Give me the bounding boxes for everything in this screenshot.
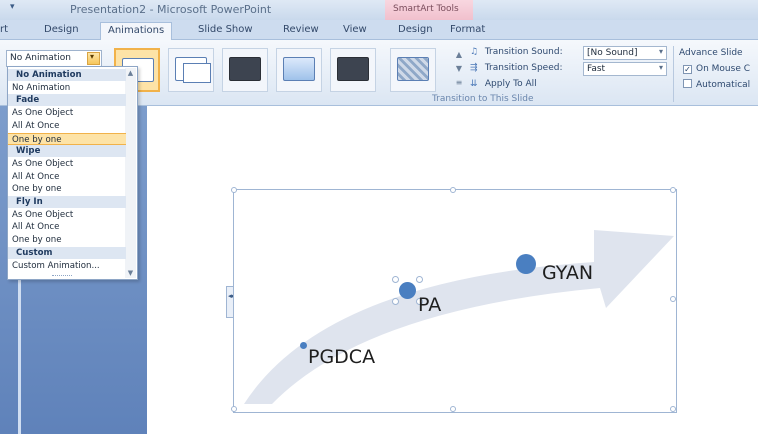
- gallery-more-icon[interactable]: ≡: [453, 76, 465, 90]
- slide-thumbnail-icon: [337, 57, 369, 81]
- selection-handle[interactable]: [416, 276, 423, 283]
- transition-thumb-fade-black[interactable]: [222, 48, 268, 92]
- animate-dropdown-list[interactable]: ▲ ▼ No Animation No Animation Fade As One O…: [7, 66, 138, 280]
- chevron-down-icon: ▾: [658, 47, 663, 56]
- dropdown-option[interactable]: As One Object: [8, 107, 126, 119]
- checkbox-checked-icon[interactable]: ✓: [683, 65, 692, 74]
- dropdown-option[interactable]: No Animation: [8, 82, 126, 94]
- slide-thumbnail-icon: [183, 63, 211, 83]
- dropdown-option[interactable]: One by one: [8, 234, 126, 246]
- animate-dropdown[interactable]: No Animation ▾: [6, 50, 102, 67]
- tab-review[interactable]: Review: [283, 24, 319, 35]
- selection-handle[interactable]: [392, 276, 399, 283]
- transition-thumb-cut-black[interactable]: [330, 48, 376, 92]
- transition-thumb-fade[interactable]: [168, 48, 214, 92]
- quick-access-dropdown-icon[interactable]: ▾: [10, 2, 15, 12]
- resize-handle[interactable]: [231, 406, 237, 412]
- transition-sound-label: Transition Sound:: [484, 47, 563, 57]
- dropdown-option[interactable]: As One Object: [8, 158, 126, 170]
- curved-arrow-icon: [244, 230, 674, 404]
- dropdown-group-header: Fade: [8, 94, 126, 107]
- checkbox-unchecked-icon[interactable]: [683, 79, 692, 88]
- speed-icon: ⇶: [470, 63, 478, 73]
- tab-insert[interactable]: rt: [0, 24, 8, 35]
- transition-thumb-cut[interactable]: [276, 48, 322, 92]
- animate-dropdown-value: No Animation: [10, 53, 71, 63]
- apply-all-icon: ⇊: [470, 79, 478, 89]
- ribbon-tabs: rt Design Animations Slide Show Review V…: [0, 20, 758, 41]
- on-mouse-click-label: On Mouse C: [696, 64, 750, 74]
- dropdown-group-header: Wipe: [8, 145, 126, 158]
- tab-view[interactable]: View: [343, 24, 367, 35]
- dropdown-option[interactable]: All At Once: [8, 171, 126, 183]
- resize-handle[interactable]: [670, 296, 676, 302]
- transition-group-label: Transition to This Slide: [432, 94, 534, 104]
- dropdown-option[interactable]: One by one: [8, 132, 126, 145]
- selection-handle[interactable]: [392, 298, 399, 305]
- resize-handle[interactable]: [450, 406, 456, 412]
- smartart-graphic[interactable]: PGDCA PA GYAN: [231, 187, 677, 413]
- smartart-arrow-shape: [244, 230, 674, 404]
- resize-handle[interactable]: [231, 187, 237, 193]
- bullet-dot-gyan: [516, 254, 536, 274]
- advance-slide-title: Advance Slide: [679, 48, 743, 58]
- label-pa[interactable]: PA: [418, 294, 441, 316]
- scroll-down-icon[interactable]: ▼: [125, 268, 136, 278]
- automatically-option[interactable]: Automatical: [683, 79, 750, 90]
- animate-dropdown-button[interactable]: ▾: [87, 52, 100, 65]
- chevron-down-icon: ▾: [90, 52, 95, 61]
- dropdown-option[interactable]: All At Once: [8, 221, 126, 233]
- dropdown-group-header: Custom: [8, 246, 126, 259]
- transition-speed-select[interactable]: Fast ▾: [583, 62, 667, 76]
- tab-smartart-format[interactable]: Format: [450, 24, 485, 35]
- scroll-up-icon[interactable]: ▲: [125, 68, 136, 78]
- slide-thumbnail-icon: [283, 57, 315, 81]
- transition-speed-value: Fast: [587, 64, 606, 74]
- title-bar: ▾ Presentation2 - Microsoft PowerPoint S…: [0, 0, 758, 20]
- dropdown-group-header: No Animation: [8, 69, 126, 81]
- resize-handle[interactable]: [450, 187, 456, 193]
- label-pgdca[interactable]: PGDCA: [308, 346, 375, 368]
- transition-sound-select[interactable]: [No Sound] ▾: [583, 46, 667, 60]
- tab-slide-show[interactable]: Slide Show: [198, 24, 253, 35]
- dropdown-option[interactable]: As One Object: [8, 209, 126, 221]
- chevron-down-icon: ▾: [658, 63, 663, 72]
- apply-to-all-label: Apply To All: [484, 79, 537, 89]
- transition-sound-row: ♫ Transition Sound:: [470, 47, 563, 57]
- powerpoint-window: ▾ Presentation2 - Microsoft PowerPoint S…: [0, 0, 758, 434]
- tab-animations[interactable]: Animations: [100, 22, 173, 41]
- dropdown-option[interactable]: One by one: [8, 183, 126, 195]
- resize-handle[interactable]: [670, 187, 676, 193]
- tab-smartart-design[interactable]: Design: [398, 24, 433, 35]
- dropdown-resize-grip[interactable]: [52, 275, 72, 278]
- gallery-scroll: ▲ ▼ ≡: [453, 48, 465, 92]
- dropdown-scrollbar[interactable]: ▲ ▼: [125, 68, 136, 278]
- smartart-tools-label: SmartArt Tools: [393, 4, 459, 14]
- tab-design[interactable]: Design: [44, 24, 79, 35]
- apply-to-all-button[interactable]: ⇊ Apply To All: [470, 79, 537, 89]
- transition-thumb-dissolve[interactable]: [390, 48, 436, 92]
- resize-handle[interactable]: [670, 406, 676, 412]
- transition-sound-value: [No Sound]: [587, 48, 638, 58]
- window-title: Presentation2 - Microsoft PowerPoint: [70, 3, 272, 16]
- automatically-label: Automatical: [696, 80, 751, 90]
- transition-speed-row: ⇶ Transition Speed:: [470, 63, 563, 73]
- smartart-tools-contextual-tab: SmartArt Tools: [385, 0, 473, 20]
- bullet-dot-pgdca: [300, 342, 307, 349]
- group-separator: [673, 46, 674, 102]
- bullet-dot-pa[interactable]: [399, 282, 416, 299]
- slide-thumbnail-icon: [397, 57, 429, 81]
- sound-icon: ♫: [470, 47, 479, 57]
- label-gyan[interactable]: GYAN: [542, 262, 593, 284]
- on-mouse-click-option[interactable]: ✓ On Mouse C: [683, 64, 750, 74]
- slide-thumbnails-column: [18, 278, 138, 434]
- dropdown-option[interactable]: Custom Animation...: [8, 260, 126, 272]
- gallery-up-icon[interactable]: ▲: [453, 48, 465, 62]
- gallery-down-icon[interactable]: ▼: [453, 62, 465, 76]
- slide-thumbnail-icon: [229, 57, 261, 81]
- transition-speed-label: Transition Speed:: [484, 63, 563, 73]
- dropdown-group-header: Fly In: [8, 196, 126, 208]
- dropdown-option[interactable]: All At Once: [8, 120, 126, 132]
